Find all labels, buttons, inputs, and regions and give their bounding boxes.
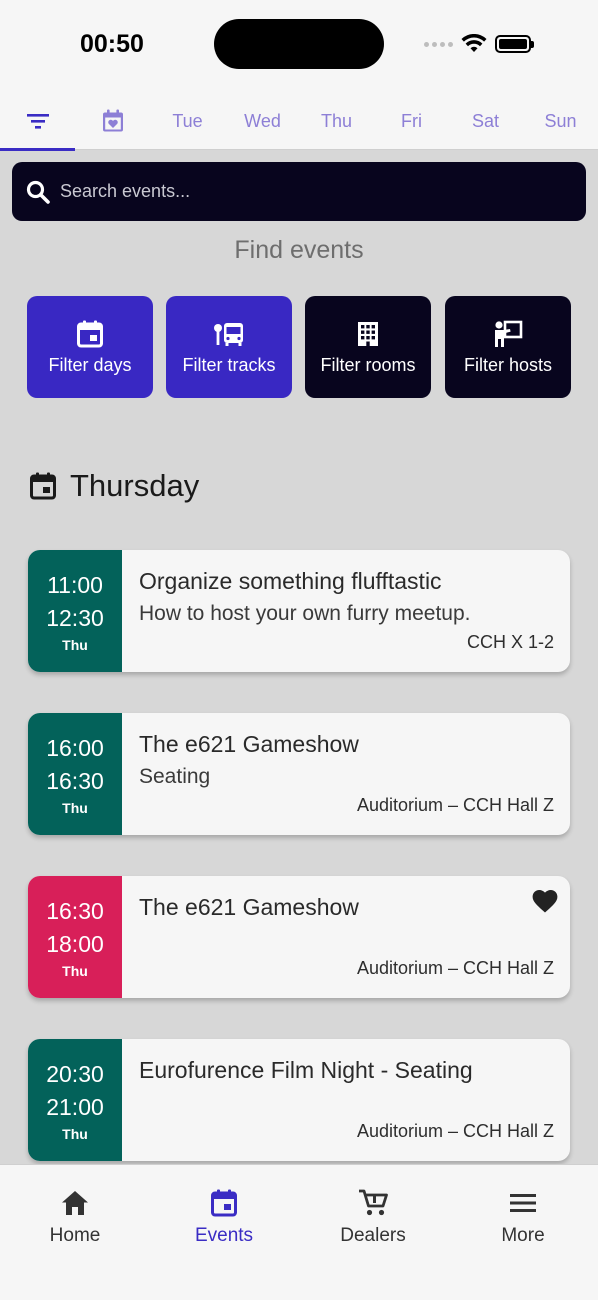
event-location: Auditorium – CCH Hall Z [356,1121,554,1141]
event-subtitle: How to host your own furry meetup. [139,602,471,625]
filter-hosts-label: Filter hosts [463,354,553,375]
wifi-icon [461,34,487,52]
presenter-icon [495,320,523,347]
filter-days-button[interactable]: Filter days [27,296,153,398]
search-bar[interactable] [12,162,586,221]
event-start: 16:30 [46,898,104,924]
status-icons [424,33,534,55]
building-icon [358,321,378,346]
status-time: 00:50 [80,30,144,58]
filter-rooms-button[interactable]: Filter rooms [305,296,431,398]
calendar-icon [77,320,103,347]
nav-events-label: Events [194,1225,254,1246]
event-start: 16:00 [46,735,104,761]
event-end: 12:30 [46,605,104,631]
event-end: 16:30 [46,768,104,794]
event-start: 20:30 [46,1061,104,1087]
section-heading: Thursday [30,468,199,504]
heart-icon[interactable] [532,890,558,914]
event-day: Thu [62,637,88,653]
event-location: Auditorium – CCH Hall Z [356,795,554,815]
event-card[interactable]: 16:00 16:30 Thu The e621 Gameshow Seatin… [28,713,570,835]
home-icon [62,1191,88,1215]
dynamic-island [214,19,384,69]
event-location: CCH X 1-2 [466,632,554,652]
nav-home-label: Home [49,1225,101,1246]
nav-more-label: More [501,1225,545,1246]
day-tabs: Tue Wed Thu Fri Sat Sun [0,92,598,151]
event-card[interactable]: 11:00 12:30 Thu Organize something fluff… [28,550,570,672]
filter-tracks-button[interactable]: Filter tracks [166,296,292,398]
filter-hosts-button[interactable]: Filter hosts [445,296,571,398]
tab-favorites[interactable] [75,92,150,150]
event-title: The e621 Gameshow [139,731,359,757]
nav-events[interactable]: Events [149,1187,299,1247]
battery-icon [495,35,534,53]
calendar-icon [211,1189,237,1217]
calendar-icon [30,472,56,500]
event-day: Thu [62,800,88,816]
search-input[interactable] [60,181,560,202]
event-time-block: 20:30 21:00 Thu [28,1039,122,1161]
find-events-title: Find events [234,236,364,264]
tab-fri[interactable]: Fri [374,92,449,150]
tab-sat[interactable]: Sat [448,92,523,150]
filter-tracks-label: Filter tracks [182,354,276,375]
event-time-block: 11:00 12:30 Thu [28,550,122,672]
event-start: 11:00 [47,572,103,598]
event-time-block: 16:00 16:30 Thu [28,713,122,835]
menu-icon [510,1194,536,1212]
nav-dealers-label: Dealers [340,1225,406,1246]
filter-days-label: Filter days [48,354,132,375]
event-day: Thu [62,1126,88,1142]
event-card[interactable]: 16:30 18:00 Thu The e621 Gameshow Audito… [28,876,570,998]
event-day: Thu [62,963,88,979]
event-end: 21:00 [46,1094,104,1120]
tab-filter[interactable] [0,92,75,151]
event-end: 18:00 [46,931,104,957]
bus-stop-icon [214,322,243,346]
event-location: Auditorium – CCH Hall Z [356,958,554,978]
event-title: The e621 Gameshow [139,894,359,920]
event-subtitle: Seating [139,765,211,788]
filter-icon [26,114,49,129]
calendar-heart-icon [102,109,123,132]
tab-thu[interactable]: Thu [299,92,374,150]
event-card[interactable]: 20:30 21:00 Thu Eurofurence Film Night -… [28,1039,570,1161]
search-icon [26,180,50,204]
nav-more[interactable]: More [448,1187,598,1247]
nav-home[interactable]: Home [0,1187,150,1247]
event-title: Eurofurence Film Night - Seating [139,1057,473,1083]
cart-icon [359,1189,388,1216]
filter-rooms-label: Filter rooms [320,354,416,375]
cellular-signal-icon [424,41,453,47]
tab-sun[interactable]: Sun [523,92,598,150]
tab-tue[interactable]: Tue [150,92,225,150]
tab-wed[interactable]: Wed [225,92,300,150]
status-bar: 00:50 [0,0,598,92]
nav-dealers[interactable]: Dealers [298,1187,448,1247]
section-title: Thursday [70,468,200,503]
event-title: Organize something flufftastic [139,568,442,594]
event-time-block: 16:30 18:00 Thu [28,876,122,998]
bottom-nav: Home Events Dealers More [0,1164,598,1300]
